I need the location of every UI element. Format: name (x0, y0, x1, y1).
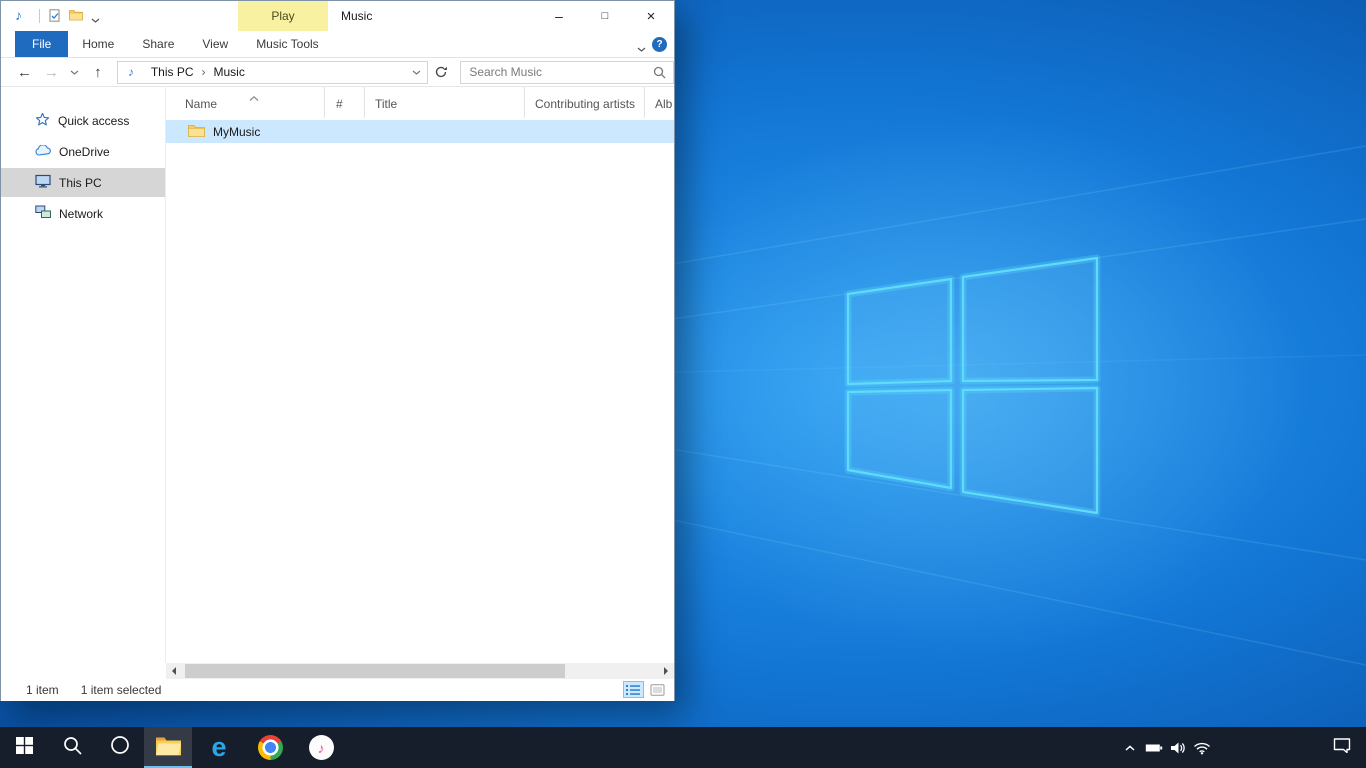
status-bar: 1 item 1 item selected (1, 679, 674, 701)
search-icon[interactable] (647, 66, 673, 79)
music-app-icon: ♪ (15, 7, 22, 23)
tab-home[interactable]: Home (68, 31, 128, 57)
scroll-right-arrow-icon[interactable] (658, 663, 674, 679)
scrollbar-thumb[interactable] (185, 664, 565, 678)
address-dropdown-chevron-icon[interactable] (405, 70, 427, 75)
close-button[interactable]: × (628, 1, 674, 31)
column-header-name[interactable]: Name (166, 87, 325, 118)
main-area: Quick access OneDrive This PC (1, 87, 674, 663)
tab-music-tools[interactable]: Music Tools (242, 31, 332, 57)
selected-count: 1 item selected (81, 683, 162, 697)
horizontal-scrollbar[interactable] (166, 663, 674, 679)
column-headers: Name # Title Contributing artists Alb (166, 87, 674, 118)
wifi-icon[interactable] (1190, 727, 1214, 768)
monitor-icon (35, 174, 51, 191)
sidebar-item-onedrive[interactable]: OneDrive (1, 137, 165, 166)
network-icon (35, 205, 51, 222)
taskbar-itunes-button[interactable]: ♪ (297, 727, 345, 768)
column-header-title[interactable]: Title (365, 87, 525, 118)
address-box[interactable]: ♪ This PC › Music (117, 61, 429, 84)
cortana-button[interactable] (96, 727, 144, 768)
sidebar-item-quick-access[interactable]: Quick access (1, 106, 165, 135)
action-center-icon (1333, 737, 1351, 758)
action-center-button[interactable] (1318, 727, 1366, 768)
navigation-pane: Quick access OneDrive This PC (1, 87, 166, 663)
address-bar: ← → ↑ ♪ This PC › Music (1, 58, 674, 87)
folder-icon (188, 124, 205, 140)
sidebar-item-label: This PC (59, 176, 102, 190)
cloud-icon (35, 145, 51, 159)
itunes-icon: ♪ (309, 735, 334, 760)
properties-icon[interactable] (49, 9, 61, 25)
star-icon (35, 112, 50, 130)
taskbar: e ♪ (0, 727, 1366, 768)
taskbar-search-button[interactable] (48, 727, 96, 768)
desktop: ♪ Play Music – □ × File Home Share (0, 0, 1366, 727)
taskbar-file-explorer-button[interactable] (144, 727, 192, 768)
cortana-circle-icon (110, 735, 130, 760)
column-label: Title (375, 97, 397, 111)
refresh-icon[interactable] (430, 61, 452, 84)
sidebar-item-label: Quick access (58, 114, 129, 128)
taskbar-edge-button[interactable]: e (195, 727, 243, 768)
back-button[interactable]: ← (11, 60, 38, 84)
taskbar-chrome-button[interactable] (246, 727, 294, 768)
tab-view[interactable]: View (188, 31, 242, 57)
start-button[interactable] (0, 727, 48, 768)
search-input[interactable] (461, 65, 647, 79)
column-label: # (336, 97, 343, 111)
column-header-contributing-artists[interactable]: Contributing artists (525, 87, 645, 118)
tray-expand-chevron-icon[interactable] (1118, 727, 1142, 768)
sidebar-item-this-pc[interactable]: This PC (1, 168, 165, 197)
column-label: Contributing artists (535, 97, 635, 111)
maximize-button[interactable]: □ (582, 1, 628, 31)
search-icon (62, 735, 83, 761)
view-toggles (623, 681, 668, 698)
scroll-left-arrow-icon[interactable] (166, 663, 182, 679)
breadcrumb-this-pc[interactable]: This PC (144, 65, 201, 79)
tab-share[interactable]: Share (128, 31, 188, 57)
explorer-window: ♪ Play Music – □ × File Home Share (0, 0, 675, 701)
recent-locations-chevron-icon[interactable] (65, 60, 85, 84)
large-icons-view-button[interactable] (647, 681, 668, 698)
system-tray (1118, 727, 1366, 768)
battery-icon[interactable] (1142, 727, 1166, 768)
sort-ascending-caret-icon (249, 90, 259, 104)
chrome-icon (258, 735, 283, 760)
file-list: Name # Title Contributing artists Alb My… (166, 87, 674, 663)
qat-separator (39, 9, 40, 23)
windows-start-icon (16, 737, 33, 759)
search-box (460, 61, 674, 84)
ribbon-expand-chevron-icon[interactable] (637, 41, 646, 55)
sidebar-item-label: Network (59, 207, 103, 221)
column-header-album[interactable]: Alb (645, 87, 674, 118)
window-title: Music (341, 1, 372, 31)
sidebar-item-label: OneDrive (59, 145, 110, 159)
volume-icon[interactable] (1166, 727, 1190, 768)
minimize-button[interactable]: – (536, 1, 582, 31)
help-icon[interactable]: ? (652, 37, 667, 52)
new-folder-icon[interactable] (69, 9, 83, 24)
ribbon-tab-row: File Home Share View Music Tools ? (1, 31, 674, 58)
music-tools-contextual-tab[interactable]: Play (238, 1, 328, 31)
file-explorer-icon (155, 735, 182, 761)
forward-button[interactable]: → (38, 60, 65, 84)
item-count: 1 item (26, 683, 59, 697)
edge-icon: e (211, 734, 226, 761)
qat-customize-chevron-icon[interactable] (91, 12, 100, 26)
file-name: MyMusic (213, 125, 260, 139)
address-music-icon: ♪ (118, 65, 144, 79)
sidebar-item-network[interactable]: Network (1, 199, 165, 228)
column-header-number[interactable]: # (325, 87, 365, 118)
tab-file[interactable]: File (15, 31, 68, 57)
column-label: Name (185, 97, 217, 111)
titlebar[interactable]: ♪ Play Music – □ × (1, 1, 674, 31)
file-row-mymusic[interactable]: MyMusic (166, 120, 674, 143)
column-label: Alb (655, 97, 672, 111)
details-view-button[interactable] (623, 681, 644, 698)
up-button[interactable]: ↑ (85, 60, 111, 84)
breadcrumb-music[interactable]: Music (207, 65, 252, 79)
